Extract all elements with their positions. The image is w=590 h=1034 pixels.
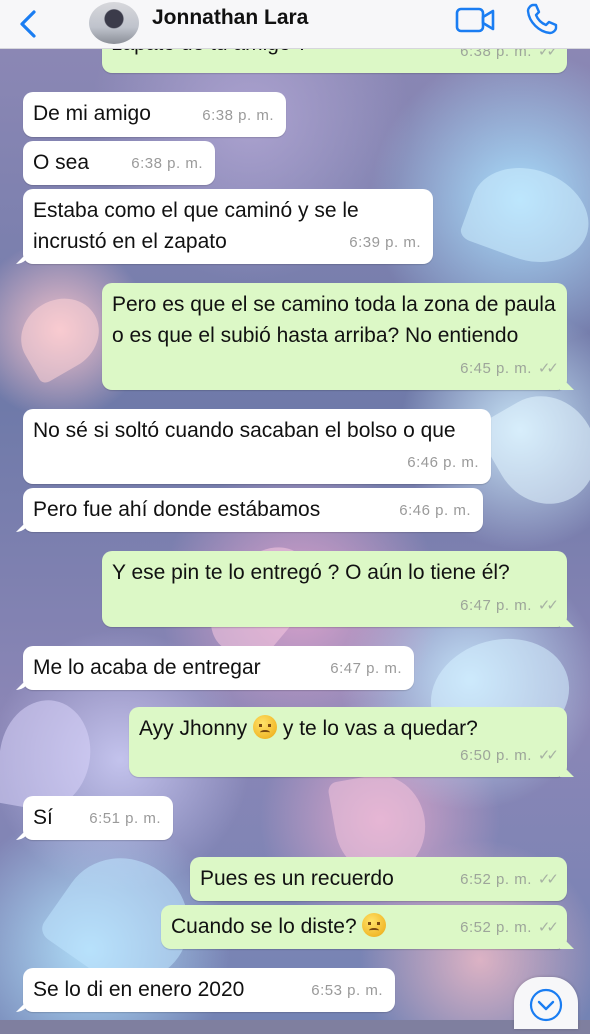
message-time: 6:46 p. m. bbox=[407, 454, 479, 471]
message-text-part: y te lo vas a quedar? bbox=[282, 717, 478, 740]
message-meta: 6:52 p. m. ✓✓ bbox=[460, 864, 559, 895]
message-incoming[interactable]: Sí 6:51 p. m. bbox=[23, 796, 173, 840]
read-receipt-icon: ✓✓ bbox=[537, 360, 559, 377]
chevron-left-icon bbox=[20, 10, 36, 38]
message-incoming[interactable]: De mi amigo 6:38 p. m. bbox=[23, 92, 286, 137]
message-incoming[interactable]: No sé si soltó cuando sacaban el bolso o… bbox=[23, 409, 491, 484]
message-text-part: Cuando se lo diste? bbox=[171, 915, 357, 938]
message-meta: 6:52 p. m. ✓✓ bbox=[460, 912, 559, 943]
message-time: 6:39 p. m. bbox=[349, 234, 421, 251]
message-text: Y ese pin te lo entregó ? O aún lo tiene… bbox=[112, 561, 510, 584]
chat-header: Jonnathan Lara bbox=[0, 0, 590, 49]
message-incoming[interactable]: Se lo di en enero 2020 6:53 p. m. bbox=[23, 968, 395, 1012]
message-meta: 6:47 p. m. ✓✓ bbox=[460, 590, 559, 621]
message-meta: 6:50 p. m. ✓✓ bbox=[460, 740, 559, 771]
read-receipt-icon: ✓✓ bbox=[537, 597, 559, 614]
message-outgoing[interactable]: Cuando se lo diste? 6:52 p. m. ✓✓ bbox=[161, 905, 567, 949]
message-time: 6:38 p. m. bbox=[202, 107, 274, 124]
message-text: No sé si soltó cuando sacaban el bolso o… bbox=[33, 419, 456, 442]
message-time: 6:51 p. m. bbox=[89, 810, 161, 827]
message-text: Pero es que el se camino toda la zona de… bbox=[112, 293, 556, 347]
chevron-down-icon bbox=[529, 988, 563, 1022]
back-button[interactable] bbox=[14, 6, 44, 42]
message-time: 6:47 p. m. bbox=[330, 660, 402, 677]
disappointed-face-emoji-icon bbox=[253, 715, 278, 739]
pensive-face-emoji-icon bbox=[362, 913, 387, 937]
message-time: 6:52 p. m. bbox=[460, 919, 532, 936]
message-incoming[interactable]: Me lo acaba de entregar 6:47 p. m. bbox=[23, 646, 414, 690]
message-time: 6:52 p. m. bbox=[460, 871, 532, 888]
read-receipt-icon: ✓✓ bbox=[537, 871, 559, 888]
message-outgoing[interactable]: Pues es un recuerdo 6:52 p. m. ✓✓ bbox=[190, 857, 567, 901]
message-time: 6:38 p. m. bbox=[131, 155, 203, 172]
contact-avatar[interactable] bbox=[89, 2, 139, 44]
read-receipt-icon: ✓✓ bbox=[537, 919, 559, 936]
message-time: 6:50 p. m. bbox=[460, 747, 532, 764]
read-receipt-icon: ✓✓ bbox=[537, 747, 559, 764]
message-outgoing[interactable]: Ayy Jhonny y te lo vas a quedar? 6:50 p.… bbox=[129, 707, 567, 777]
message-incoming[interactable]: O sea 6:38 p. m. bbox=[23, 141, 215, 185]
scroll-to-bottom-button[interactable] bbox=[514, 977, 578, 1029]
contact-name[interactable]: Jonnathan Lara bbox=[152, 6, 308, 30]
message-outgoing[interactable]: Y ese pin te lo entregó ? O aún lo tiene… bbox=[102, 551, 567, 627]
message-time: 6:47 p. m. bbox=[460, 597, 532, 614]
voice-call-button[interactable] bbox=[525, 2, 559, 36]
message-incoming[interactable]: Pero fue ahí donde estábamos 6:46 p. m. bbox=[23, 488, 483, 532]
message-incoming[interactable]: Estaba como el que caminó y se le incrus… bbox=[23, 189, 433, 264]
message-text-part: Ayy Jhonny bbox=[139, 717, 248, 740]
message-time: 6:46 p. m. bbox=[399, 502, 471, 519]
message-outgoing[interactable]: Pero es que el se camino toda la zona de… bbox=[102, 283, 567, 390]
video-camera-icon bbox=[455, 7, 495, 33]
video-call-button[interactable] bbox=[455, 6, 497, 34]
message-meta: 6:45 p. m. ✓✓ bbox=[460, 353, 559, 384]
message-time: 6:53 p. m. bbox=[311, 982, 383, 999]
phone-icon bbox=[526, 3, 558, 35]
message-time: 6:45 p. m. bbox=[460, 360, 532, 377]
